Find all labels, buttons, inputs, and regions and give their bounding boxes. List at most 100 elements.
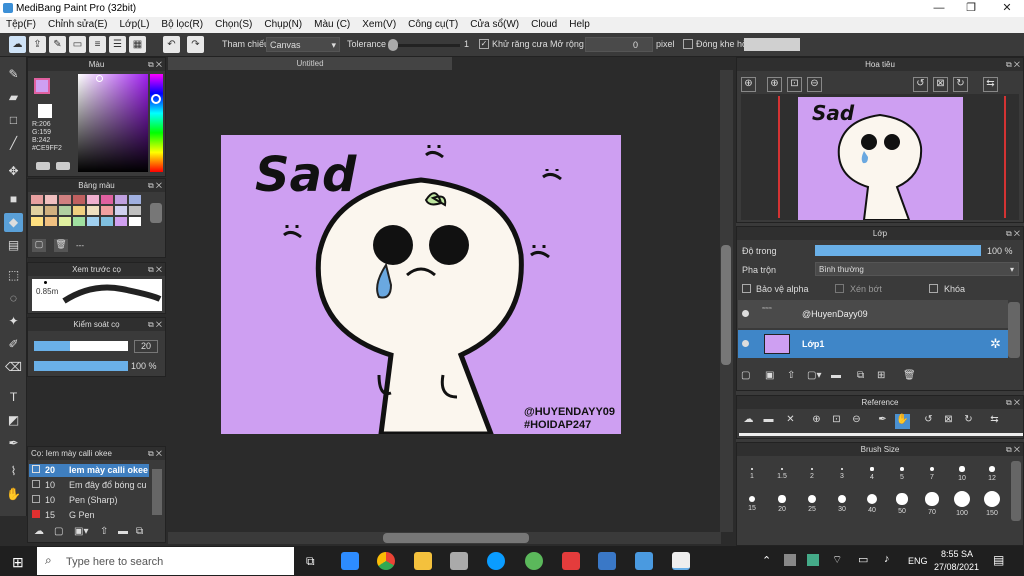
hand-icon[interactable]: ✋ bbox=[895, 414, 910, 429]
move-tool-icon[interactable]: ✥ bbox=[4, 162, 23, 181]
panel-close-icon[interactable]: ⧉ ✕ bbox=[148, 318, 162, 331]
palette-swatch[interactable] bbox=[101, 217, 113, 226]
doc-icon[interactable]: ≡ bbox=[89, 36, 106, 53]
fit-icon[interactable]: ⊡ bbox=[787, 77, 802, 92]
duplicate-icon[interactable]: ⧉ bbox=[136, 526, 143, 537]
select-eraser-icon[interactable]: ⌫ bbox=[4, 358, 23, 377]
zoom-out-icon[interactable]: ⊖ bbox=[807, 77, 822, 92]
clock-time[interactable]: 8:55 SA bbox=[941, 549, 973, 559]
bucket-tool-icon[interactable]: ◆ bbox=[4, 213, 23, 232]
text-tool-icon[interactable]: T bbox=[4, 388, 23, 407]
artwork-canvas[interactable]: Sad @HUYENDAYY09 #HOIDAP247 bbox=[221, 135, 621, 434]
palette-swatch[interactable] bbox=[101, 206, 113, 215]
new-layer-icon[interactable]: ▢ bbox=[741, 370, 750, 381]
gear-icon[interactable]: ✲ bbox=[990, 336, 1001, 352]
palette-swatch[interactable] bbox=[129, 217, 141, 226]
line-tool-icon[interactable]: ╱ bbox=[4, 134, 23, 153]
wps-icon[interactable] bbox=[562, 552, 580, 570]
menu-cloud[interactable]: Cloud bbox=[525, 17, 563, 33]
brush-size-cell[interactable]: 2 bbox=[799, 459, 825, 480]
tray-app-icon-2[interactable] bbox=[807, 554, 819, 566]
blend-select[interactable]: Bình thường ▾ bbox=[815, 262, 1019, 276]
add-layer-menu-icon[interactable]: ▢▾ bbox=[807, 370, 821, 381]
menu-edit[interactable]: Chỉnh sửa(E) bbox=[42, 17, 114, 33]
tray-app-icon[interactable] bbox=[784, 554, 796, 566]
list-icon[interactable]: ☰ bbox=[109, 36, 126, 53]
color-swap-button[interactable] bbox=[56, 162, 70, 170]
panel-close-icon[interactable]: ⧉ ✕ bbox=[148, 263, 162, 276]
file-explorer-icon[interactable] bbox=[414, 552, 432, 570]
brush-size-cell[interactable]: 30 bbox=[829, 489, 855, 513]
panel-close-icon[interactable]: ⧉ ✕ bbox=[1006, 443, 1020, 456]
foreground-color-swatch[interactable] bbox=[34, 78, 50, 94]
brush-size-cell[interactable]: 25 bbox=[799, 489, 825, 513]
palette-swatch[interactable] bbox=[87, 217, 99, 226]
merge-down-icon[interactable]: ⊞ bbox=[877, 370, 885, 381]
flip-icon[interactable]: ⇆ bbox=[983, 77, 998, 92]
palette-swatch[interactable] bbox=[73, 206, 85, 215]
palette-swatch[interactable] bbox=[31, 206, 43, 215]
gradient-tool-icon[interactable]: ▤ bbox=[4, 236, 23, 255]
palette-swatch[interactable] bbox=[31, 195, 43, 204]
brush-item-selected[interactable]: 20 Iem mày calli okee bbox=[29, 464, 149, 477]
horizontal-scroll-thumb[interactable] bbox=[383, 533, 529, 543]
menu-tools[interactable]: Công cụ(T) bbox=[402, 17, 464, 33]
magic-wand-icon[interactable]: ✦ bbox=[4, 312, 23, 331]
brush-size-cell[interactable]: 150 bbox=[979, 489, 1005, 517]
brush-size-grid[interactable]: 1 1.5 2 3 4 5 7 10 12 15 20 25 30 40 50 70 100 150 bbox=[739, 459, 1009, 545]
reset-view-icon[interactable]: ⊠ bbox=[933, 77, 948, 92]
search-box[interactable]: ⌕ Type here to search bbox=[37, 547, 294, 575]
protect-alpha-checkbox[interactable] bbox=[742, 284, 751, 293]
layer-scrollbar[interactable] bbox=[1008, 302, 1020, 358]
document-tab[interactable]: Untitled bbox=[168, 57, 452, 70]
undo-icon[interactable]: ↶ bbox=[163, 36, 180, 53]
palette-swatch[interactable] bbox=[115, 195, 127, 204]
brush-size-cell[interactable]: 40 bbox=[859, 489, 885, 514]
palette-swatch[interactable] bbox=[129, 206, 141, 215]
trash-icon[interactable]: 🗑 bbox=[54, 239, 68, 252]
eraser-tool-icon[interactable]: ▰ bbox=[4, 88, 23, 107]
panel-close-icon[interactable]: ⧉ ✕ bbox=[1006, 58, 1020, 71]
brush-tool-icon[interactable]: ✎ bbox=[4, 65, 23, 84]
background-color-swatch[interactable] bbox=[38, 104, 52, 118]
brush-size-value[interactable]: 20 bbox=[134, 340, 158, 353]
flip-icon[interactable]: ⇆ bbox=[987, 414, 1002, 429]
palette-swatch[interactable] bbox=[59, 217, 71, 226]
media-icon[interactable] bbox=[598, 552, 616, 570]
brush-size-cell[interactable]: 15 bbox=[739, 489, 765, 512]
navigator-preview[interactable]: Sad bbox=[741, 94, 1019, 221]
menu-snap[interactable]: Chụp(N) bbox=[258, 17, 308, 33]
brush-item[interactable]: 10 Pen (Sharp) bbox=[29, 494, 149, 507]
cloud-icon[interactable]: ☁ bbox=[9, 36, 26, 53]
brush-menu-icon[interactable]: ▣▾ bbox=[74, 526, 88, 537]
clipping-checkbox[interactable] bbox=[835, 284, 844, 293]
brush-item[interactable]: 15 G Pen bbox=[29, 509, 149, 522]
menu-file[interactable]: Tệp(F) bbox=[0, 17, 42, 33]
select-rect-icon[interactable]: ⬚ bbox=[4, 266, 23, 285]
share-icon[interactable]: ⇪ bbox=[29, 36, 46, 53]
lock-checkbox[interactable] bbox=[929, 284, 938, 293]
new-halftone-layer-icon[interactable]: ▣ bbox=[765, 370, 774, 381]
folder-icon[interactable]: ▬ bbox=[761, 414, 776, 429]
brush-size-cell[interactable]: 3 bbox=[829, 459, 855, 480]
rotate-right-icon[interactable]: ↻ bbox=[953, 77, 968, 92]
panel-close-icon[interactable]: ⧉ ✕ bbox=[1006, 227, 1020, 240]
maximize-button[interactable]: ❐ bbox=[956, 0, 986, 17]
palette-swatch[interactable] bbox=[129, 195, 141, 204]
brush-size-cell[interactable]: 5 bbox=[889, 459, 915, 481]
panel-close-icon[interactable]: ⧉ ✕ bbox=[148, 179, 162, 192]
brush-list-scrollbar[interactable] bbox=[152, 469, 162, 515]
hue-slider[interactable] bbox=[150, 74, 163, 172]
lasso-icon[interactable]: ◌ bbox=[4, 289, 23, 308]
rotate-right-icon[interactable]: ↻ bbox=[961, 414, 976, 429]
brush-size-cell[interactable]: 70 bbox=[919, 489, 945, 516]
menu-select[interactable]: Chọn(S) bbox=[209, 17, 258, 33]
brush-size-cell[interactable]: 1.5 bbox=[769, 459, 795, 480]
palette-swatch[interactable] bbox=[115, 217, 127, 226]
select-pen-icon[interactable]: ✐ bbox=[4, 335, 23, 354]
cloud-icon[interactable]: ☁ bbox=[741, 414, 756, 429]
brush-size-scrollbar[interactable] bbox=[1011, 461, 1021, 521]
zoom-out-icon[interactable]: ⊖ bbox=[849, 414, 864, 429]
tray-chevron-icon[interactable]: ⌃ bbox=[762, 554, 771, 567]
palette-swatch[interactable] bbox=[87, 206, 99, 215]
